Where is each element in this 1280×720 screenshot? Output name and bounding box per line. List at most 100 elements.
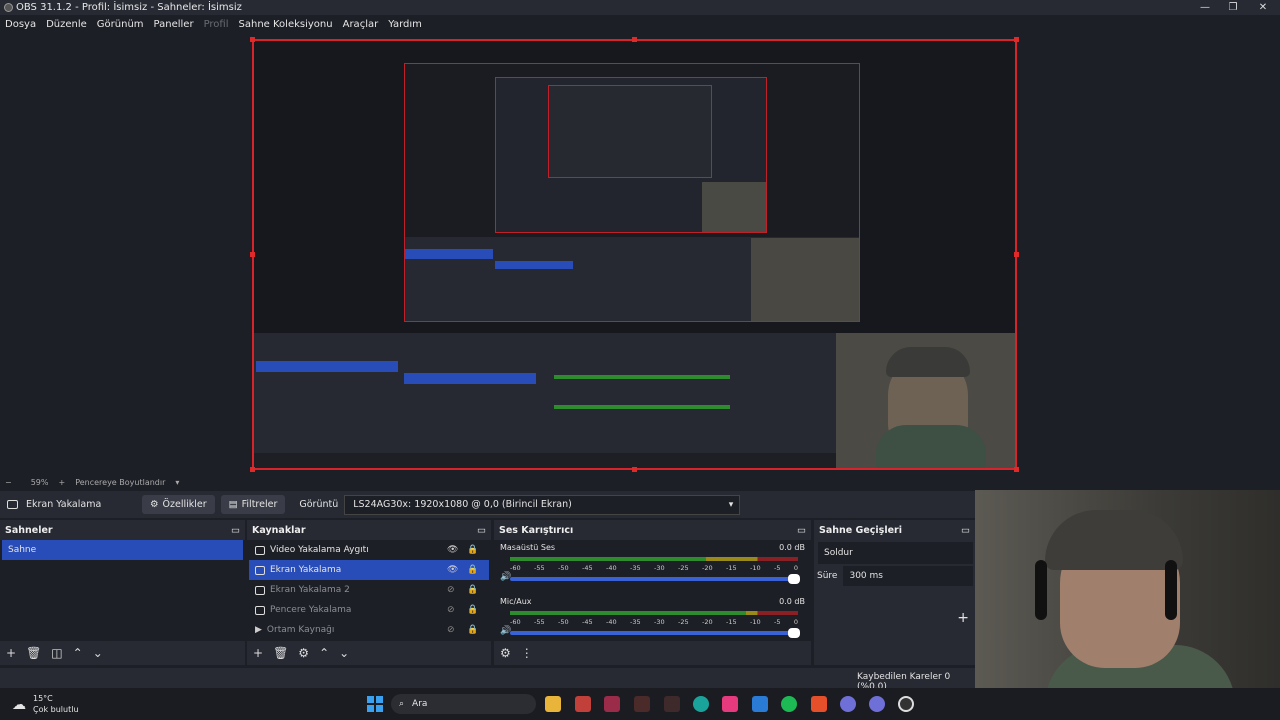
menu-araclar[interactable]: Araçlar <box>338 19 384 30</box>
menu-gorunum[interactable]: Görünüm <box>92 19 149 30</box>
monitor-icon <box>7 500 18 509</box>
eye-hidden-icon[interactable]: ⊘ <box>447 625 455 635</box>
zoom-out-button[interactable]: − <box>0 478 17 487</box>
add-icon[interactable]: + <box>253 646 263 660</box>
camera-icon <box>255 545 265 555</box>
spotify-icon[interactable] <box>781 696 797 712</box>
source-item[interactable]: Video Yakalama Aygıtı 👁 🔒 <box>249 540 489 560</box>
zoom-mode-select[interactable]: Pencereye Boyutlandır <box>70 478 170 487</box>
weather-icon[interactable]: ☁ <box>12 697 26 713</box>
properties-button[interactable]: ⚙ Özellikler <box>142 495 215 514</box>
scene-item[interactable]: Sahne <box>2 540 243 560</box>
add-transition-icon[interactable]: + <box>957 610 969 626</box>
brave-icon[interactable] <box>811 696 827 712</box>
title-bar: OBS 31.1.2 - Profil: İsimsiz - Sahneler:… <box>0 0 1280 15</box>
app-icon-bug[interactable] <box>634 696 650 712</box>
resize-handle-b[interactable] <box>632 467 637 472</box>
dock-float-icon[interactable]: ▭ <box>231 525 240 536</box>
resize-handle-tl[interactable] <box>250 37 255 42</box>
vscode-icon[interactable] <box>752 696 768 712</box>
windows-start-icon[interactable] <box>367 696 383 712</box>
app-icon-pink[interactable] <box>722 696 738 712</box>
menu-paneller[interactable]: Paneller <box>149 19 199 30</box>
transition-type: Soldur <box>824 548 853 558</box>
close-button[interactable]: ✕ <box>1248 0 1278 15</box>
dock-float-icon[interactable]: ▭ <box>961 525 970 536</box>
webcam-feed <box>975 490 1280 720</box>
resize-handle-l[interactable] <box>250 252 255 257</box>
chevron-down-icon[interactable]: ⌄ <box>339 646 349 660</box>
file-explorer-icon[interactable] <box>545 696 561 712</box>
discord-icon-2[interactable] <box>869 696 885 712</box>
more-options-icon[interactable]: ⋮ <box>521 646 533 660</box>
zoom-in-button[interactable]: + <box>53 478 70 487</box>
resize-handle-tr[interactable] <box>1014 37 1019 42</box>
menu-yardim[interactable]: Yardım <box>383 19 427 30</box>
lock-icon[interactable]: 🔒 <box>467 545 478 555</box>
volume-meter <box>510 611 798 615</box>
obs-icon[interactable] <box>898 696 914 712</box>
transitions-dock: Sahne Geçişleri ▭ Soldur Süre 300 ms + <box>814 520 975 665</box>
chevron-up-icon[interactable]: ⌃ <box>319 646 329 660</box>
advanced-audio-icon[interactable]: ⚙ <box>500 646 511 660</box>
sources-dock: Kaynaklar ▭ Video Yakalama Aygıtı 👁 🔒 Ekran… <box>247 520 491 665</box>
lock-icon[interactable]: 🔒 <box>467 625 478 635</box>
discord-icon[interactable] <box>840 696 856 712</box>
source-item[interactable]: ▶ Ortam Kaynağı ⊘ 🔒 <box>249 620 489 640</box>
lock-icon[interactable]: 🔒 <box>467 585 478 595</box>
minimize-button[interactable]: — <box>1190 0 1220 15</box>
slider-knob[interactable] <box>788 574 800 584</box>
app-icon-red[interactable] <box>575 696 591 712</box>
dock-float-icon[interactable]: ▭ <box>797 525 806 536</box>
eye-hidden-icon[interactable]: ⊘ <box>447 585 455 595</box>
resize-handle-t[interactable] <box>632 37 637 42</box>
source-label: Pencere Yakalama <box>270 605 352 615</box>
preview-canvas[interactable] <box>252 39 1017 470</box>
add-icon[interactable]: + <box>6 646 16 660</box>
app-icon-bug-2[interactable] <box>664 696 680 712</box>
lock-icon[interactable]: 🔒 <box>467 605 478 615</box>
menu-duzenle[interactable]: Düzenle <box>41 19 92 30</box>
maximize-button[interactable]: ❐ <box>1218 0 1248 15</box>
properties-label: Özellikler <box>162 499 207 510</box>
filters-button[interactable]: ▤ Filtreler <box>220 495 286 514</box>
resize-handle-bl[interactable] <box>250 467 255 472</box>
source-item[interactable]: Ekran Yakalama 2 ⊘ 🔒 <box>249 580 489 600</box>
eye-icon[interactable]: 👁 <box>447 545 458 555</box>
eye-hidden-icon[interactable]: ⊘ <box>447 605 455 615</box>
resize-handle-r[interactable] <box>1014 252 1019 257</box>
eye-icon[interactable]: 👁 <box>447 565 458 575</box>
nested-webcam-1 <box>751 238 859 321</box>
duration-input[interactable]: 300 ms <box>843 566 973 586</box>
nested-capture-1 <box>404 63 860 322</box>
volume-slider[interactable] <box>510 628 800 638</box>
lock-icon[interactable]: 🔒 <box>467 565 478 575</box>
chevron-up-icon[interactable]: ⌃ <box>73 646 83 660</box>
trash-icon[interactable]: 🗑 <box>273 646 288 660</box>
source-item[interactable]: Ekran Yakalama 👁 🔒 <box>249 560 489 580</box>
gear-icon[interactable]: ⚙ <box>298 646 309 660</box>
menu-sahne-koleksiyonu[interactable]: Sahne Koleksiyonu <box>234 19 338 30</box>
source-item[interactable]: Pencere Yakalama ⊘ 🔒 <box>249 600 489 620</box>
dock-float-icon[interactable]: ▭ <box>477 525 486 536</box>
calculator-icon[interactable] <box>604 696 620 712</box>
taskbar-search[interactable]: ⌕ Ara <box>391 694 536 714</box>
transition-select[interactable]: Soldur <box>818 542 973 564</box>
scene-filter-icon[interactable]: ◫ <box>51 646 62 660</box>
chevron-down-icon[interactable]: ⌄ <box>93 646 103 660</box>
chevron-down-icon[interactable]: ▾ <box>170 478 184 487</box>
meter-ticks: -60 -55 -50 -45 -40 -35 -30 -25 -20 -15 -10 -5 0 <box>510 564 798 572</box>
resize-handle-br[interactable] <box>1014 467 1019 472</box>
menu-profil[interactable]: Profil <box>199 19 234 30</box>
display-select[interactable]: LS24AG30x: 1920x1080 @ 0,0 (Birincil Ekr… <box>344 494 741 515</box>
trash-icon[interactable]: 🗑 <box>26 646 41 660</box>
inner-docks <box>254 333 836 453</box>
volume-slider[interactable] <box>510 574 800 584</box>
weather-temp[interactable]: 15°C <box>33 694 53 703</box>
cortana-icon[interactable] <box>693 696 709 712</box>
weather-desc[interactable]: Çok bulutlu <box>33 705 79 714</box>
mixer-channel: Masaüstü Ses 0.0 dB <box>494 543 811 552</box>
slider-knob[interactable] <box>788 628 800 638</box>
headset-right <box>1165 560 1177 620</box>
menu-dosya[interactable]: Dosya <box>0 19 41 30</box>
